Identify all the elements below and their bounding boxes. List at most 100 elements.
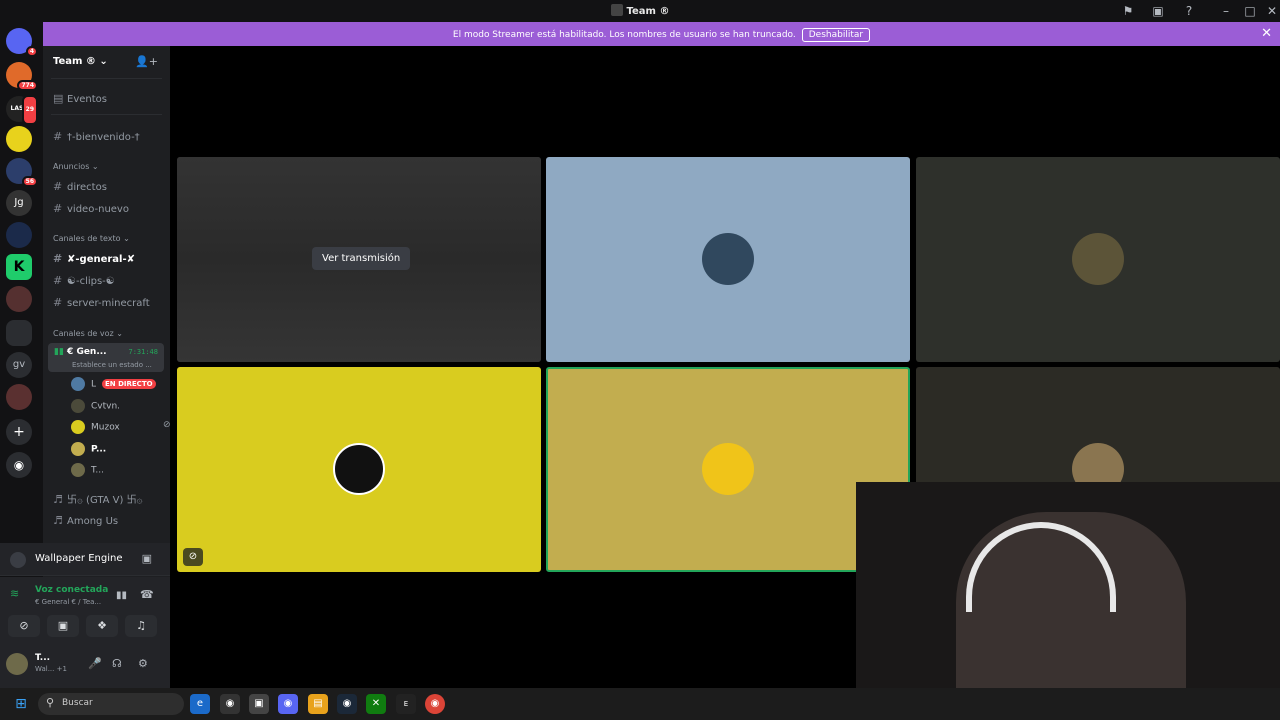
camera-off-icon[interactable]: ⊘ [8, 615, 40, 637]
add-server-icon[interactable]: + [6, 419, 32, 445]
user-name: T... [35, 653, 51, 663]
voice-user[interactable]: Cvtvn. [71, 399, 120, 413]
hash-icon: # [53, 274, 63, 287]
voice-location[interactable]: € General € / Tea... [35, 598, 101, 606]
server-icon[interactable] [6, 384, 32, 410]
share-screen-icon[interactable]: ▣ [47, 615, 79, 637]
webcam-overlay [856, 482, 1280, 688]
maximize-button[interactable]: □ [1242, 3, 1258, 19]
voice-user[interactable]: L EN DIRECTO [71, 377, 156, 391]
server-icon[interactable]: 774 [6, 62, 38, 91]
live-badge: EN DIRECTO [102, 379, 156, 389]
edge-icon[interactable]: e [190, 694, 210, 714]
search-placeholder: Buscar [62, 698, 93, 708]
invite-icon[interactable]: 👤+ [135, 55, 158, 68]
inbox-flag-icon[interactable]: ⚑ [1120, 3, 1136, 19]
server-folder-icon[interactable] [6, 320, 32, 346]
channel-directos[interactable]: # directos [53, 180, 107, 193]
watch-stream-button[interactable]: Ver transmisión [312, 247, 411, 270]
avatar[interactable] [6, 653, 28, 675]
app-icon[interactable]: ▣ [249, 694, 269, 714]
voice-user[interactable]: P... [71, 442, 106, 456]
voice-channel-active[interactable]: ▮▮ € Gen... 7:31:48 Establece un estado … [48, 343, 164, 372]
discord-home-icon[interactable]: 4 [6, 28, 38, 57]
divider [51, 114, 162, 115]
channel-general[interactable]: # ✘-general-✘ [53, 252, 135, 265]
activities-icon[interactable]: ❖ [86, 615, 118, 637]
server-icon[interactable] [6, 222, 32, 248]
speaker-icon: ♬ [53, 493, 63, 506]
hash-icon: # [53, 202, 63, 215]
noise-suppression-icon[interactable]: ▮▮ [116, 590, 127, 601]
voice-user[interactable]: T... [71, 463, 104, 477]
voice-user[interactable]: Muzox ⊘ [71, 420, 171, 434]
discord-icon[interactable]: ◉ [278, 694, 298, 714]
camera-off-icon: ⊘ [163, 420, 171, 430]
channel-clips[interactable]: # ☯-clips-☯ [53, 274, 115, 287]
avatar [71, 442, 85, 456]
microphone-icon[interactable]: 🎤 [88, 657, 102, 670]
epic-games-icon[interactable]: E [396, 694, 416, 714]
voice-channel-among-us[interactable]: ♬ Among Us [53, 514, 118, 527]
voice-channel-gta[interactable]: ♬ 卐۞ (GTA V) 卐۞ [53, 491, 142, 506]
speaker-icon: ♬ [53, 514, 63, 527]
category-announcements[interactable]: Anuncios ⌄ [53, 162, 99, 171]
voice-status[interactable]: Establece un estado ... [72, 361, 152, 369]
streamer-mode-banner: El modo Streamer está habilitado. Los no… [43, 22, 1280, 46]
server-icon[interactable]: LAST WAR29 [6, 95, 38, 138]
avatar [702, 443, 754, 495]
user-status: Wal... +1 [35, 665, 67, 673]
category-voice[interactable]: Canales de voz ⌄ [53, 329, 123, 338]
user-panel: T... Wal... +1 🎤 ☊ ⚙ [0, 643, 170, 688]
soundboard-icon[interactable]: ♫ [125, 615, 157, 637]
discover-icon[interactable]: ◉ [6, 452, 32, 478]
gear-icon[interactable]: ⚙ [138, 657, 148, 670]
close-window-button[interactable]: ✕ [1264, 3, 1280, 19]
app-icon [610, 4, 623, 16]
stream-tile[interactable]: Ver transmisión [177, 157, 541, 362]
banner-message: El modo Streamer está habilitado. Los no… [452, 30, 796, 40]
disconnect-icon[interactable]: ☎ [140, 588, 154, 601]
participant-tile[interactable] [546, 157, 910, 362]
channel-video-nuevo[interactable]: # video-nuevo [53, 202, 129, 215]
activity-panel: Wallpaper Engine ▣ [0, 543, 170, 576]
screen-icon[interactable]: ▣ [1150, 3, 1166, 19]
file-explorer-icon[interactable]: ▤ [308, 694, 328, 714]
help-icon[interactable]: ? [1181, 3, 1197, 19]
signal-icon[interactable]: ≋ [10, 587, 19, 600]
chrome-icon[interactable]: ◉ [425, 694, 445, 714]
close-banner-icon[interactable]: ✕ [1261, 26, 1272, 41]
share-screen-icon[interactable]: ▣ [142, 552, 152, 565]
participant-tile[interactable] [916, 157, 1280, 362]
avatar [71, 377, 85, 391]
channel-server-minecraft[interactable]: # server-minecraft [53, 296, 150, 309]
voice-timer: 7:31:48 [128, 348, 158, 356]
hash-icon: # [53, 296, 63, 309]
server-icon[interactable]: Jg [6, 190, 32, 216]
server-icon[interactable] [6, 286, 32, 312]
server-icon[interactable] [6, 126, 32, 152]
channel-welcome[interactable]: # †-bienvenido-† [53, 130, 140, 143]
voice-connection-panel: ≋ Voz conectada € General € / Tea... ▮▮ … [0, 577, 170, 643]
xbox-icon[interactable]: ✕ [366, 694, 386, 714]
app-icon[interactable]: ◉ [220, 694, 240, 714]
server-header[interactable]: Team ® ⌄ 👤+ [43, 46, 170, 78]
minimize-button[interactable]: – [1218, 3, 1234, 19]
chevron-down-icon: ⌄ [99, 56, 108, 67]
avatar [333, 443, 385, 495]
steam-icon[interactable]: ◉ [337, 694, 357, 714]
search-icon: ⚲ [46, 696, 55, 709]
events-item[interactable]: ▤ Eventos [53, 92, 107, 105]
headphones-icon[interactable]: ☊ [112, 657, 122, 670]
category-text[interactable]: Canales de texto ⌄ [53, 234, 130, 243]
server-icon[interactable]: 56 [6, 158, 38, 187]
steam-icon [10, 552, 26, 568]
server-icon[interactable]: K [6, 254, 32, 280]
windows-start-icon[interactable]: ⊞ [11, 694, 31, 714]
avatar [71, 420, 85, 434]
taskbar-search[interactable]: ⚲ Buscar [38, 693, 184, 715]
server-icon[interactable]: gv [6, 352, 32, 378]
participant-tile[interactable]: ⊘ [177, 367, 541, 572]
disable-streamer-button[interactable]: Deshabilitar [801, 28, 871, 42]
title-bar: Team ® ⚑ ▣ ? – □ ✕ [0, 0, 1280, 22]
